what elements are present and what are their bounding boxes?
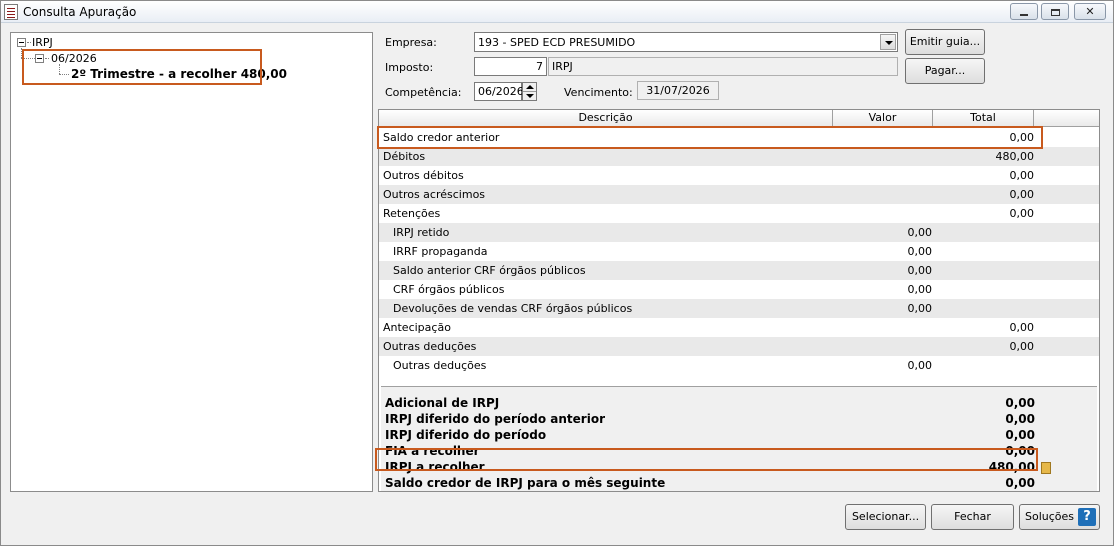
table-row[interactable]: Retenções 0,00 (379, 204, 1099, 223)
close-button[interactable]: ✕ (1074, 3, 1106, 20)
close-icon: ✕ (1085, 5, 1095, 18)
tree-node-irpj[interactable]: IRPJ (32, 36, 53, 49)
maximize-icon (1050, 8, 1060, 16)
table-row[interactable]: CRF órgãos públicos 0,00 (379, 280, 1099, 299)
imposto-name-field: IRPJ (548, 57, 898, 76)
table-row[interactable]: IRPJ retido 0,00 (379, 223, 1099, 242)
table-row[interactable]: Saldo anterior CRF órgãos públicos 0,00 (379, 261, 1099, 280)
column-header-total[interactable]: Total (933, 110, 1034, 127)
emitir-guia-button[interactable]: Emitir guia... (905, 29, 985, 55)
minimize-icon (1020, 13, 1028, 16)
cell-valor: 0,00 (907, 302, 933, 315)
table-row[interactable]: Outras deduções 0,00 (379, 337, 1099, 356)
document-list-icon (4, 4, 18, 20)
summary-row: Saldo credor de IRPJ para o mês seguinte… (385, 476, 1035, 491)
column-header-descricao[interactable]: Descrição (379, 110, 833, 127)
chevron-down-icon[interactable] (880, 34, 896, 50)
imposto-label: Imposto: (385, 61, 434, 74)
table-row[interactable]: Outros débitos 0,00 (379, 166, 1099, 185)
cell-descricao: Débitos (383, 150, 426, 163)
spin-up-icon[interactable] (526, 85, 534, 89)
cell-total: 0,00 (1009, 188, 1035, 201)
cell-valor: 0,00 (907, 245, 933, 258)
summary-row: IRPJ diferido do período anterior 0,00 (385, 412, 1035, 428)
highlight-box (22, 49, 262, 85)
vencimento-label: Vencimento: (564, 86, 633, 99)
selecionar-button[interactable]: Selecionar... (845, 504, 926, 530)
cell-total: 480,00 (995, 150, 1035, 163)
summary-value: 0,00 (1005, 412, 1035, 426)
summary-label: IRPJ diferido do período anterior (385, 412, 605, 426)
summary-value: 0,00 (1005, 428, 1035, 442)
cell-descricao: Retenções (383, 207, 441, 220)
table-row[interactable]: Outros acréscimos 0,00 (379, 185, 1099, 204)
minimize-button[interactable] (1010, 3, 1038, 20)
cell-descricao: Outras deduções (393, 359, 487, 372)
cell-descricao: IRRF propaganda (393, 245, 488, 258)
table-row[interactable]: Débitos 480,00 (379, 147, 1099, 166)
cell-valor: 0,00 (907, 283, 933, 296)
cell-descricao: Outros acréscimos (383, 188, 486, 201)
maximize-button[interactable] (1041, 3, 1069, 20)
summary-label: Adicional de IRPJ (385, 396, 500, 410)
competencia-field[interactable]: 06/2026 (474, 82, 524, 101)
cell-valor: 0,00 (907, 264, 933, 277)
summary-label: IRPJ diferido do período (385, 428, 547, 442)
highlight-box (377, 126, 1043, 149)
solucoes-label: Soluções (1025, 510, 1075, 523)
competencia-spinner[interactable] (522, 82, 537, 101)
cell-total: 0,00 (1009, 207, 1035, 220)
cell-valor: 0,00 (907, 226, 933, 239)
table-row[interactable]: IRRF propaganda 0,00 (379, 242, 1099, 261)
apuracao-grid[interactable]: Descrição Valor Total Saldo credor anter… (378, 109, 1100, 492)
empresa-value: 193 - SPED ECD PRESUMIDO (478, 36, 636, 49)
spin-down-icon[interactable] (526, 94, 534, 98)
summary-panel: Adicional de IRPJ 0,00 IRPJ diferido do pe… (381, 386, 1097, 491)
cell-descricao: Antecipação (383, 321, 451, 334)
cell-total: 0,00 (1009, 169, 1035, 182)
cell-total: 0,00 (1009, 340, 1035, 353)
column-header-filler (1034, 110, 1099, 127)
imposto-code-field[interactable]: 7 (474, 57, 547, 76)
summary-label: Saldo credor de IRPJ para o mês seguinte (385, 476, 666, 490)
table-row[interactable]: Antecipação 0,00 (379, 318, 1099, 337)
lock-icon[interactable] (1041, 462, 1051, 474)
cell-descricao: Devoluções de vendas CRF órgãos públicos (393, 302, 633, 315)
table-row[interactable]: Outras deduções 0,00 (379, 356, 1099, 375)
apuracao-tree[interactable]: IRPJ 06/2026 2º Trimestre - a recolher 4… (10, 32, 373, 492)
cell-total: 0,00 (1009, 321, 1035, 334)
cell-descricao: Outras deduções (383, 340, 477, 353)
title-bar: Consulta Apuração ✕ (1, 1, 1113, 23)
tree-collapse-icon[interactable] (17, 38, 26, 47)
highlight-box (375, 448, 1038, 471)
solucoes-button[interactable]: Soluções? (1019, 504, 1100, 530)
cell-descricao: Outros débitos (383, 169, 464, 182)
empresa-label: Empresa: (385, 36, 437, 49)
cell-descricao: Saldo anterior CRF órgãos públicos (393, 264, 586, 277)
summary-row: IRPJ diferido do período 0,00 (385, 428, 1035, 444)
help-icon: ? (1078, 508, 1097, 526)
cell-descricao: CRF órgãos públicos (393, 283, 505, 296)
consulta-apuracao-window: Consulta Apuração ✕ IRPJ 06/2026 2º Trim… (0, 0, 1114, 546)
empresa-select[interactable]: 193 - SPED ECD PRESUMIDO (474, 32, 898, 52)
cell-valor: 0,00 (907, 359, 933, 372)
vencimento-field: 31/07/2026 (637, 81, 719, 100)
table-row[interactable]: Devoluções de vendas CRF órgãos públicos… (379, 299, 1099, 318)
competencia-label: Competência: (385, 86, 462, 99)
cell-descricao: IRPJ retido (393, 226, 450, 239)
summary-row: Adicional de IRPJ 0,00 (385, 396, 1035, 412)
summary-value: 0,00 (1005, 396, 1035, 410)
pagar-button[interactable]: Pagar... (905, 58, 985, 84)
summary-value: 0,00 (1005, 476, 1035, 490)
column-header-valor[interactable]: Valor (833, 110, 933, 127)
fechar-button[interactable]: Fechar (931, 504, 1014, 530)
window-title: Consulta Apuração (23, 5, 137, 19)
